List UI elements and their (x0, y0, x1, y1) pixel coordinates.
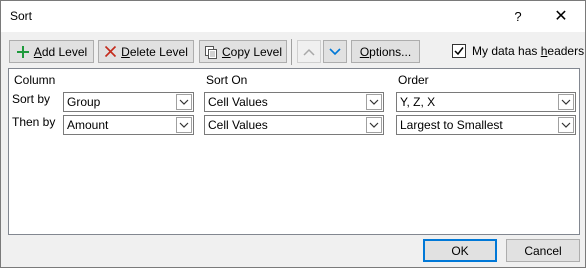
chevron-down-icon[interactable] (558, 117, 574, 133)
ok-label: OK (451, 243, 469, 258)
chevron-up-icon (303, 45, 315, 59)
toolbar-separator (291, 39, 292, 65)
sort-on-value: Cell Values (208, 118, 268, 132)
chevron-down-icon[interactable] (176, 117, 192, 133)
delete-x-icon (104, 45, 117, 58)
order-header: Order (398, 73, 429, 87)
order-combo-row-1[interactable]: Y, Z, X (396, 92, 576, 112)
column-combo-row-2[interactable]: Amount (63, 115, 194, 135)
title-bar: Sort ? ✕ (1, 1, 585, 32)
move-up-button[interactable] (297, 40, 321, 63)
options-label: Options... (359, 44, 412, 59)
copy-level-button[interactable]: Copy Level (199, 40, 287, 63)
headers-checkbox[interactable] (452, 44, 466, 58)
headers-checkbox-group[interactable]: My data has headers (452, 43, 584, 59)
column-value: Amount (67, 118, 109, 132)
sort-levels-grid: Column Sort On Order Sort by Group Cell … (8, 68, 580, 235)
options-button[interactable]: Options... (351, 40, 420, 63)
order-value: Y, Z, X (400, 95, 436, 109)
sort-on-combo-row-1[interactable]: Cell Values (204, 92, 384, 112)
delete-level-label: Delete Level (121, 44, 188, 59)
sort-on-header: Sort On (206, 73, 248, 87)
column-value: Group (67, 95, 101, 109)
chevron-down-icon (329, 45, 341, 59)
sort-dialog: Sort ? ✕ Add Level Delete Level Copy Lev… (0, 0, 586, 268)
dialog-title: Sort (10, 9, 33, 23)
chevron-down-icon[interactable] (366, 117, 382, 133)
row-label-sort-by: Sort by (12, 92, 51, 106)
headers-checkbox-label: My data has headers (472, 44, 585, 58)
ok-button[interactable]: OK (423, 239, 497, 262)
sort-on-combo-row-2[interactable]: Cell Values (204, 115, 384, 135)
column-header: Column (14, 73, 56, 87)
checkmark-icon (454, 47, 464, 56)
column-combo-row-1[interactable]: Group (63, 92, 194, 112)
cancel-button[interactable]: Cancel (506, 239, 580, 262)
add-level-button[interactable]: Add Level (9, 40, 94, 63)
order-combo-row-2[interactable]: Largest to Smallest (396, 115, 576, 135)
copy-level-label: Copy Level (221, 44, 283, 59)
copy-icon (204, 45, 218, 59)
delete-level-button[interactable]: Delete Level (98, 40, 194, 63)
move-down-button[interactable] (323, 40, 347, 63)
order-value: Largest to Smallest (400, 118, 503, 132)
add-level-label: Add Level (33, 44, 88, 59)
close-button[interactable]: ✕ (541, 2, 581, 31)
sort-on-value: Cell Values (208, 95, 268, 109)
chevron-down-icon[interactable] (558, 94, 574, 110)
plus-icon (16, 45, 30, 59)
row-label-then-by: Then by (12, 115, 56, 129)
cancel-label: Cancel (524, 243, 562, 258)
chevron-down-icon[interactable] (176, 94, 192, 110)
help-button[interactable]: ? (501, 2, 535, 31)
chevron-down-icon[interactable] (366, 94, 382, 110)
